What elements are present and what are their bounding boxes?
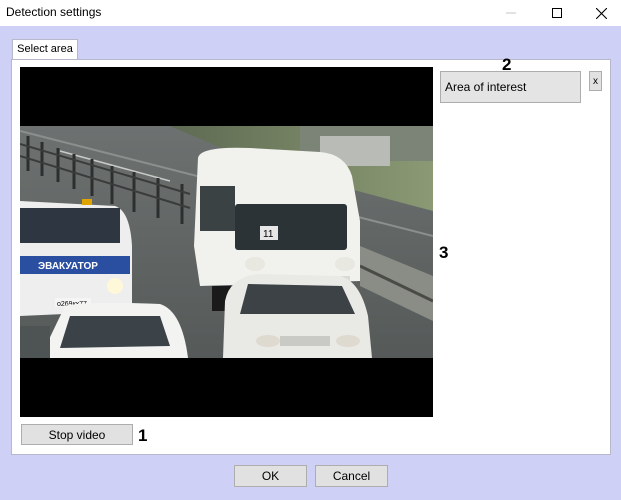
window-title: Detection settings — [6, 5, 102, 19]
remove-area-button[interactable]: x — [589, 71, 602, 91]
stop-video-button[interactable]: Stop video — [21, 424, 133, 445]
camera-scene: 11 ЭВАКУАТОР о269кх77 — [20, 126, 433, 358]
maximize-icon — [552, 8, 562, 18]
tab-select-area[interactable]: Select area — [12, 39, 78, 60]
ok-button[interactable]: OK — [234, 465, 307, 487]
tow-truck-label: ЭВАКУАТОР — [38, 261, 98, 272]
callout-1: 1 — [138, 426, 148, 445]
title-bar: Detection settings — [0, 0, 621, 26]
area-of-interest-button[interactable]: Area of interest — [440, 71, 581, 103]
cancel-button[interactable]: Cancel — [315, 465, 388, 487]
minimize-button[interactable] — [488, 0, 534, 26]
callout-3: 3 — [439, 243, 449, 262]
van-number: 11 — [263, 229, 274, 240]
close-icon — [595, 7, 607, 19]
close-button[interactable] — [578, 0, 621, 26]
video-frame: 11 ЭВАКУАТОР о269кх77 — [20, 126, 433, 358]
maximize-button[interactable] — [534, 0, 580, 26]
video-preview[interactable]: 11 ЭВАКУАТОР о269кх77 — [20, 67, 433, 417]
minimize-icon — [506, 12, 516, 14]
